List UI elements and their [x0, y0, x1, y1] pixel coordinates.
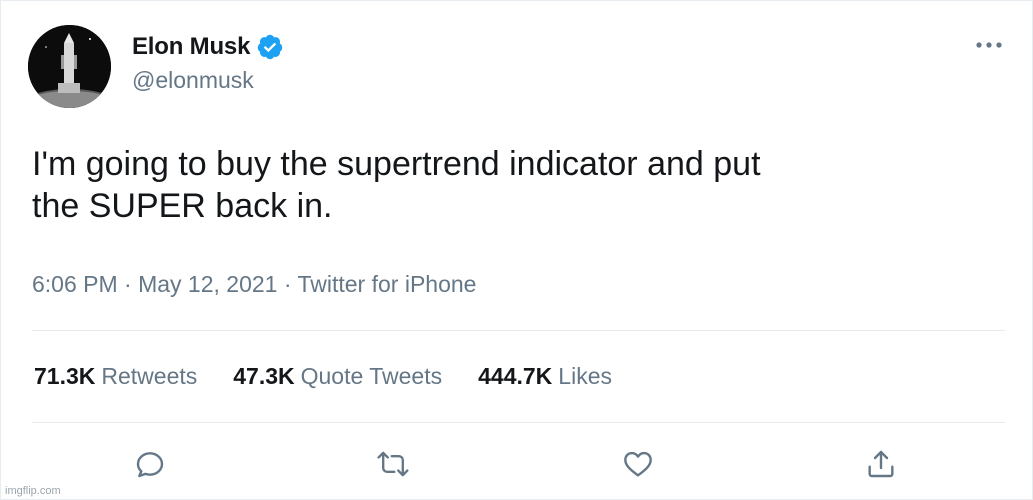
verified-badge-icon — [257, 34, 283, 60]
divider-bottom — [32, 422, 1005, 423]
likes-stat[interactable]: 444.7K Likes — [478, 363, 612, 390]
watermark: imgflip.com — [5, 485, 61, 497]
tweet-card: Elon Musk @elonmusk I'm going to buy the… — [0, 0, 1033, 500]
quote-tweets-stat[interactable]: 47.3K Quote Tweets — [233, 363, 442, 390]
user-handle[interactable]: @elonmusk — [132, 67, 254, 94]
like-icon — [624, 451, 652, 477]
retweet-button[interactable] — [374, 445, 412, 483]
likes-label: Likes — [558, 363, 612, 389]
share-icon — [868, 450, 894, 478]
divider-top — [32, 330, 1005, 331]
share-button[interactable] — [862, 445, 900, 483]
avatar-image — [28, 25, 111, 108]
reply-icon — [136, 452, 164, 478]
reply-button[interactable] — [131, 445, 169, 483]
quote-tweets-label: Quote Tweets — [300, 363, 443, 389]
retweets-label: Retweets — [101, 363, 198, 389]
likes-count: 444.7K — [478, 363, 553, 389]
retweet-icon — [377, 451, 409, 477]
more-options-icon[interactable] — [974, 37, 1004, 53]
tweet-meta[interactable]: 6:06 PM · May 12, 2021 · Twitter for iPh… — [32, 271, 476, 298]
user-name[interactable]: Elon Musk — [132, 33, 250, 61]
user-name-row[interactable]: Elon Musk — [132, 31, 284, 63]
quote-tweets-count: 47.3K — [233, 363, 295, 389]
retweets-stat[interactable]: 71.3K Retweets — [34, 363, 197, 390]
avatar[interactable] — [28, 25, 111, 108]
like-button[interactable] — [619, 445, 657, 483]
retweets-count: 71.3K — [34, 363, 96, 389]
tweet-stats: 71.3K Retweets 47.3K Quote Tweets 444.7K Li… — [34, 363, 648, 390]
tweet-text: I'm going to buy the supertrend indicato… — [32, 145, 761, 225]
